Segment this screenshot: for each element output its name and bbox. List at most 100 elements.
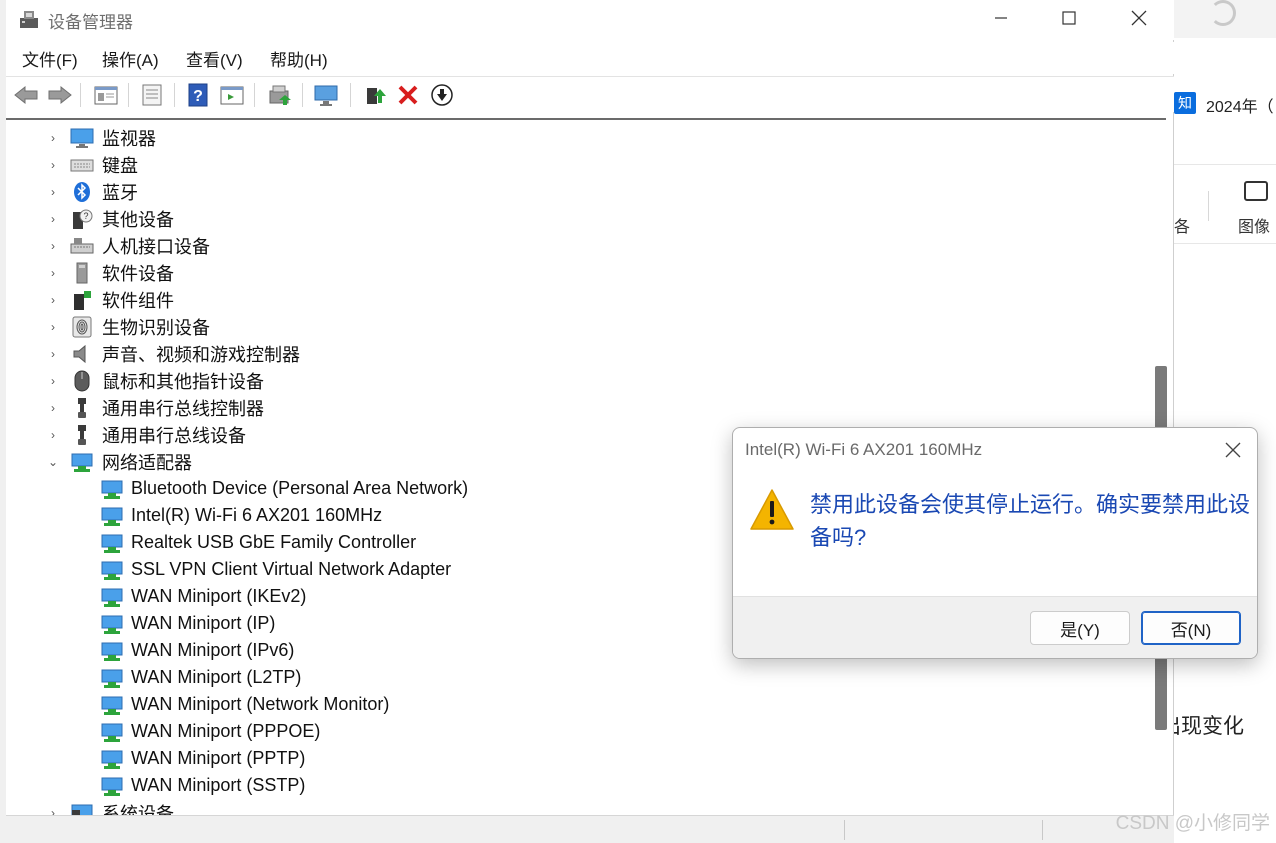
expand-chevron-icon[interactable]: › [46, 185, 60, 199]
tree-category-software-devices[interactable]: › 软件设备 [6, 259, 1146, 286]
menu-help[interactable]: 帮助(H) [270, 46, 328, 71]
expand-chevron-icon[interactable]: › [46, 131, 60, 145]
scan-hardware-icon [269, 85, 291, 105]
disable-device-dialog: Intel(R) Wi-Fi 6 AX201 160MHz 禁用此设备会使其停止… [732, 427, 1258, 659]
tree-label: WAN Miniport (IKEv2) [131, 586, 307, 606]
tree-label: 人机接口设备 [102, 236, 210, 257]
network-adapter-item[interactable]: WAN Miniport (PPPOE) [6, 718, 1146, 745]
disable-device-button[interactable] [428, 81, 456, 109]
expand-chevron-icon[interactable]: › [46, 320, 60, 334]
network-adapter-item[interactable]: WAN Miniport (Network Monitor) [6, 691, 1146, 718]
background-tabbar [1174, 0, 1276, 38]
tree-label: 通用串行总线设备 [102, 425, 246, 446]
image-button-label[interactable]: 图像 [1238, 213, 1270, 237]
image-icon[interactable] [1244, 181, 1268, 201]
tree-label: Realtek USB GbE Family Controller [131, 532, 417, 552]
background-year-text: 2024年（ [1206, 99, 1274, 116]
status-bar [6, 815, 1174, 843]
help-button[interactable]: ? [184, 81, 212, 109]
tree-label: WAN Miniport (PPTP) [131, 748, 306, 768]
title-bar[interactable]: 设备管理器 [6, 0, 1174, 40]
network-adapter-icon [101, 507, 123, 526]
hid-icon [70, 237, 94, 253]
tree-category-mice[interactable]: › 鼠标和其他指针设备 [6, 367, 1146, 394]
network-adapter-icon [101, 723, 123, 742]
maximize-button[interactable] [1046, 0, 1092, 36]
tree-category-biometric[interactable]: › 生物识别设备 [6, 313, 1146, 340]
monitor-icon [70, 128, 94, 148]
svg-text:?: ? [83, 211, 88, 221]
uninstall-device-button[interactable] [394, 81, 422, 109]
tree-category-monitors[interactable]: › 监视器 [6, 124, 1146, 151]
yes-button[interactable]: 是(Y) [1030, 611, 1130, 645]
expand-chevron-icon[interactable]: › [46, 401, 60, 415]
device-manager-window: 设备管理器 文件(F) 操作(A) 查看(V) 帮助(H) ? › 监视器 › … [6, 0, 1174, 843]
no-button[interactable]: 否(N) [1141, 611, 1241, 645]
back-button[interactable] [12, 81, 40, 109]
tree-label: 软件设备 [102, 263, 174, 284]
console-tree-icon [94, 86, 118, 105]
minimize-icon [995, 17, 1007, 19]
show-hide-console-tree-button[interactable] [92, 81, 120, 109]
expand-chevron-icon[interactable]: › [46, 158, 60, 172]
menu-view[interactable]: 查看(V) [186, 46, 243, 71]
action-pane-icon [220, 86, 244, 105]
expand-chevron-icon[interactable]: › [46, 428, 60, 442]
tree-category-usb-controllers[interactable]: › 通用串行总线控制器 [6, 394, 1146, 421]
properties-button[interactable] [138, 81, 166, 109]
network-adapter-icon [71, 453, 93, 472]
toolbar-separator [302, 83, 303, 107]
expand-chevron-icon[interactable]: › [46, 347, 60, 361]
collapse-chevron-icon[interactable]: ⌄ [46, 455, 60, 469]
tree-label: WAN Miniport (L2TP) [131, 667, 302, 687]
expand-chevron-icon[interactable]: › [46, 293, 60, 307]
tree-label: Bluetooth Device (Personal Area Network) [131, 478, 469, 498]
tree-label: WAN Miniport (IPv6) [131, 640, 295, 660]
network-adapter-item[interactable]: WAN Miniport (L2TP) [6, 664, 1146, 691]
network-adapter-icon [101, 750, 123, 769]
network-adapter-item[interactable]: WAN Miniport (SSTP) [6, 772, 1146, 799]
expand-chevron-icon[interactable]: › [46, 374, 60, 388]
action-pane-button[interactable] [218, 81, 246, 109]
tree-label: WAN Miniport (PPPOE) [131, 721, 321, 741]
tree-category-hid[interactable]: › 人机接口设备 [6, 232, 1146, 259]
close-button[interactable] [1116, 0, 1162, 36]
expand-chevron-icon[interactable]: › [46, 239, 60, 253]
tree-label: 声音、视频和游戏控制器 [102, 344, 300, 365]
usb-icon [78, 424, 86, 445]
tree-label: 软件组件 [102, 290, 174, 311]
background-toolbar: 各 图像 [1174, 164, 1276, 244]
tree-category-bluetooth[interactable]: › 蓝牙 [6, 178, 1146, 205]
delete-x-icon [398, 85, 418, 105]
tree-label: Intel(R) Wi-Fi 6 AX201 160MHz [131, 505, 383, 525]
watermark: CSDN @小修同学 [1115, 813, 1270, 834]
forward-button[interactable] [46, 81, 74, 109]
tree-category-system-devices[interactable]: › 系统设备 [6, 799, 1146, 815]
minimize-button[interactable] [978, 0, 1024, 36]
tree-label: WAN Miniport (IP) [131, 613, 276, 633]
network-adapter-item[interactable]: WAN Miniport (PPTP) [6, 745, 1146, 772]
tree-label: 网络适配器 [102, 452, 192, 473]
tree-category-other-devices[interactable]: › ? 其他设备 [6, 205, 1146, 232]
expand-chevron-icon[interactable]: › [46, 806, 60, 816]
dialog-close-button[interactable] [1221, 438, 1245, 462]
expand-chevron-icon[interactable]: › [46, 212, 60, 226]
update-driver-icon [367, 88, 386, 104]
tree-category-software-components[interactable]: › 软件组件 [6, 286, 1146, 313]
expand-chevron-icon[interactable]: › [46, 266, 60, 280]
monitor-view-icon [314, 85, 338, 106]
scan-hardware-button[interactable] [266, 81, 294, 109]
toolbar-separator [80, 83, 81, 107]
tree-category-sound-video[interactable]: › 声音、视频和游戏控制器 [6, 340, 1146, 367]
zhihu-logo-icon: 知 [1174, 92, 1196, 114]
window-title: 设备管理器 [48, 13, 133, 32]
update-driver-button[interactable] [362, 81, 390, 109]
dialog-button-bar: 是(Y) 否(N) [733, 596, 1257, 658]
menu-bar: 文件(F) 操作(A) 查看(V) 帮助(H) [6, 42, 1174, 74]
menu-file[interactable]: 文件(F) [22, 46, 78, 71]
close-icon [1225, 442, 1241, 458]
tree-category-keyboards[interactable]: › 键盘 [6, 151, 1146, 178]
menu-action[interactable]: 操作(A) [102, 46, 159, 71]
forward-arrow-icon [48, 85, 72, 105]
view-device-button[interactable] [312, 81, 340, 109]
